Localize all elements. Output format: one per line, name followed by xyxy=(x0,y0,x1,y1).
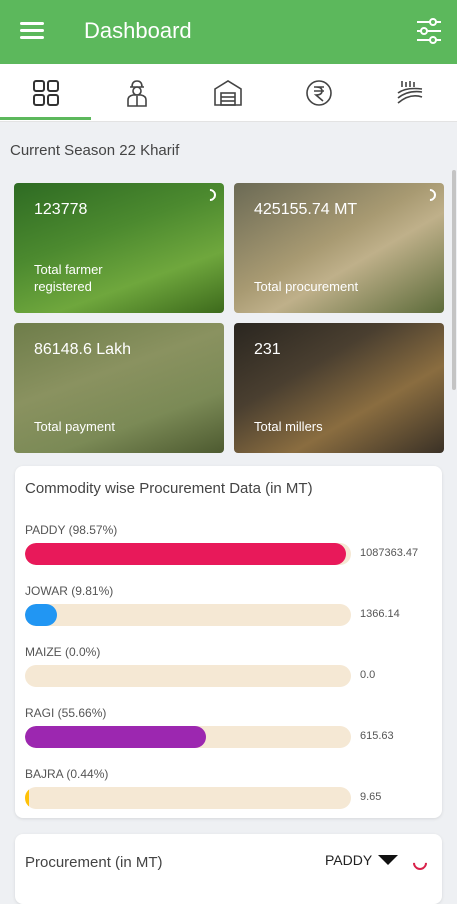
farmer-icon xyxy=(126,80,147,107)
tab-warehouse[interactable] xyxy=(182,64,273,122)
stat-value: 231 xyxy=(254,341,281,358)
progress-fill xyxy=(25,543,346,565)
tab-farmer[interactable] xyxy=(91,64,182,122)
stat-farmers-registered[interactable]: 123778 Total farmer registered xyxy=(14,183,224,313)
stat-value: 86148.6 Lakh xyxy=(34,341,131,358)
commodity-value: 615.63 xyxy=(360,730,394,742)
tab-bar xyxy=(0,64,457,122)
commodity-name: BAJRA (0.44%) xyxy=(25,767,109,781)
loading-spinner-icon xyxy=(201,186,219,204)
commodity-row: MAIZE (0.0%) 0.0 xyxy=(25,645,435,695)
card-title: Commodity wise Procurement Data (in MT) xyxy=(25,480,313,497)
filter-settings-icon[interactable] xyxy=(415,16,443,46)
commodity-row: PADDY (98.57%) 1087363.47 xyxy=(25,523,435,573)
warehouse-icon xyxy=(213,80,242,106)
stat-total-millers[interactable]: 231 Total millers xyxy=(234,323,444,453)
loading-spinner-icon xyxy=(421,186,439,204)
commodity-name: PADDY (98.57%) xyxy=(25,523,118,537)
tab-payment[interactable] xyxy=(273,64,364,122)
progress-track xyxy=(25,604,351,626)
commodity-dropdown[interactable]: PADDY xyxy=(325,852,399,868)
field-icon xyxy=(396,81,422,104)
commodity-procurement-card: Commodity wise Procurement Data (in MT) … xyxy=(15,466,442,818)
stat-total-procurement[interactable]: 425155.74 MT Total procurement xyxy=(234,183,444,313)
commodity-row: RAGI (55.66%) 615.63 xyxy=(25,706,435,756)
app-bar: Dashboard xyxy=(0,0,457,64)
grid-icon xyxy=(32,80,59,106)
commodity-value: 1087363.47 xyxy=(360,547,419,559)
progress-track xyxy=(25,665,351,687)
stat-value: 123778 xyxy=(34,201,88,218)
procurement-card: Procurement (in MT) PADDY xyxy=(15,834,442,904)
stat-value: 425155.74 MT xyxy=(254,201,358,218)
progress-track xyxy=(25,726,351,748)
commodity-value: 0.0 xyxy=(360,669,376,681)
stat-label: Total procurement xyxy=(254,279,359,294)
dropdown-arrow-icon xyxy=(378,855,399,865)
stat-label: Total farmer registered xyxy=(34,262,103,294)
scrollbar[interactable] xyxy=(452,170,456,390)
tab-grid[interactable] xyxy=(0,64,91,122)
menu-icon[interactable] xyxy=(20,22,44,40)
stat-total-payment[interactable]: 86148.6 Lakh Total payment xyxy=(14,323,224,453)
tab-indicator xyxy=(0,117,91,120)
commodity-name: MAIZE (0.0%) xyxy=(25,645,101,659)
dropdown-selected: PADDY xyxy=(325,852,373,868)
progress-track xyxy=(25,543,351,565)
commodity-row: BAJRA (0.44%) 9.65 xyxy=(25,767,435,817)
tab-field[interactable] xyxy=(364,64,455,122)
stat-label: Total payment xyxy=(34,419,115,434)
commodity-row: JOWAR (9.81%) 1366.14 xyxy=(25,584,435,634)
progress-fill xyxy=(25,787,29,809)
progress-fill xyxy=(25,604,57,626)
rupee-icon xyxy=(305,80,332,106)
card-title: Procurement (in MT) xyxy=(25,854,163,871)
commodity-name: RAGI (55.66%) xyxy=(25,706,107,720)
commodity-value: 9.65 xyxy=(360,791,382,803)
commodity-value: 1366.14 xyxy=(360,608,400,620)
season-label: Current Season 22 Kharif xyxy=(10,142,180,159)
stat-label: Total millers xyxy=(254,419,323,434)
commodity-name: JOWAR (9.81%) xyxy=(25,584,114,598)
page-title: Dashboard xyxy=(84,18,192,43)
loading-spinner-icon xyxy=(410,853,430,873)
progress-fill xyxy=(25,726,206,748)
progress-track xyxy=(25,787,351,809)
